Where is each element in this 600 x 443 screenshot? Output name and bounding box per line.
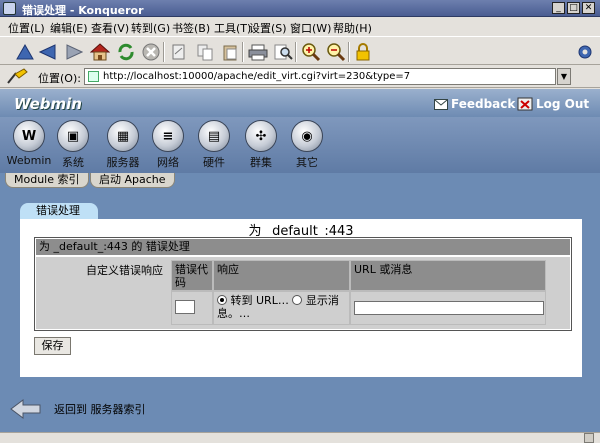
content-panel: 为 _default_:443 为 _default_:443 的 错误处理 自… [20, 219, 582, 377]
status-bar [0, 432, 600, 443]
stop-icon[interactable] [140, 41, 162, 63]
paste-icon[interactable] [219, 41, 241, 63]
url-history-dropdown[interactable]: ▼ [557, 68, 571, 85]
up-icon[interactable] [14, 41, 36, 63]
toolbar-separator [295, 42, 297, 62]
menu-edit[interactable]: 编辑(E) [50, 20, 88, 36]
response-show-message-radio[interactable] [292, 295, 303, 305]
others-icon: ◉ [291, 120, 323, 152]
response-goto-url-radio[interactable] [217, 295, 227, 305]
toolbar-separator [163, 42, 165, 62]
logout-link[interactable]: Log Out [517, 97, 589, 111]
category-network[interactable]: ≡ 网络 [145, 120, 191, 170]
category-hardware[interactable]: ▤ 硬件 [191, 120, 237, 170]
category-servers[interactable]: ▦ 服务器 [100, 120, 146, 170]
url-message-input[interactable] [354, 301, 544, 315]
form-header: 为 _default_:443 的 错误处理 [36, 239, 570, 255]
response-cell: 转到 URL… 显示消息。… [213, 291, 350, 325]
url-input[interactable]: http://localhost:10000/apache/edit_virt.… [84, 68, 556, 85]
page-favicon-icon [88, 71, 99, 82]
feedback-link[interactable]: Feedback [434, 97, 515, 111]
logout-label: Log Out [536, 97, 590, 111]
main-toolbar [0, 36, 600, 65]
error-code-input[interactable] [175, 300, 195, 314]
webmin-page: Webmin Feedback Log Out W Webmin ▣ 系统 ▦ … [0, 89, 600, 432]
form-body: 自定义错误响应 错误代码 响应 URL 或消息 转到 URL… 显示消息。… [36, 257, 570, 329]
mail-icon [434, 98, 448, 110]
menubar: 位置(L) 编辑(E) 查看(V) 转到(G) 书签(B) 工具(T) 设置(S… [0, 17, 600, 36]
category-cluster[interactable]: ✣ 群集 [238, 120, 284, 170]
menu-help[interactable]: 帮助(H) [333, 20, 372, 36]
menu-tools[interactable]: 工具(T) [214, 20, 251, 36]
toolbar-separator [242, 42, 244, 62]
menu-settings[interactable]: 设置(S) [249, 20, 287, 36]
window-titlebar[interactable]: 错误处理 - Konqueror _ □ ✕ [0, 0, 600, 17]
menu-bookmarks[interactable]: 书签(B) [172, 20, 210, 36]
maximize-button[interactable]: □ [567, 2, 580, 14]
close-button[interactable]: ✕ [582, 2, 595, 14]
window-menu-icon[interactable] [3, 2, 16, 15]
network-icon: ≡ [152, 120, 184, 152]
back-arrow-icon[interactable] [10, 399, 42, 422]
url-message-cell [350, 291, 546, 325]
konqueror-gear-icon[interactable] [574, 41, 596, 63]
location-label: 位置(O): [38, 72, 81, 85]
error-code-cell [171, 291, 213, 325]
print-icon[interactable] [247, 41, 269, 63]
back-icon[interactable] [37, 41, 59, 63]
category-system[interactable]: ▣ 系统 [50, 120, 96, 170]
toolbar-separator [348, 42, 350, 62]
webmin-header: Webmin Feedback Log Out [0, 89, 600, 117]
module-tabs: Module 索引 启动 Apache [0, 173, 600, 189]
find-icon[interactable] [272, 41, 294, 63]
webmin-logo[interactable]: Webmin [14, 95, 82, 113]
custom-error-label: 自定义错误响应 [86, 264, 163, 277]
copy-icon[interactable] [194, 41, 216, 63]
logout-icon [517, 97, 533, 111]
url-text: http://localhost:10000/apache/edit_virt.… [103, 71, 411, 82]
section-tab: 错误处理 [20, 203, 98, 219]
zoom-in-icon[interactable] [300, 41, 322, 63]
start-apache-tab[interactable]: 启动 Apache [90, 173, 175, 188]
save-button[interactable]: 保存 [34, 337, 71, 355]
window-title: 错误处理 - Konqueror [22, 4, 144, 17]
location-toolbar: 位置(O): http://localhost:10000/apache/edi… [0, 65, 600, 88]
feedback-label: Feedback [451, 97, 516, 111]
module-index-tab[interactable]: Module 索引 [5, 173, 89, 188]
menu-go[interactable]: 转到(G) [131, 20, 170, 36]
column-response: 响应 [213, 260, 350, 291]
column-url-or-message: URL 或消息 [350, 260, 546, 291]
menu-view[interactable]: 查看(V) [91, 20, 129, 36]
cluster-icon: ✣ [245, 120, 277, 152]
category-others[interactable]: ◉ 其它 [284, 120, 330, 170]
lock-icon[interactable] [352, 41, 374, 63]
cut-icon[interactable] [168, 41, 190, 63]
clear-location-icon[interactable] [6, 67, 30, 88]
return-row: 返回到 服务器索引 [0, 397, 600, 421]
return-to-server-index-link[interactable]: 返回到 服务器索引 [54, 401, 146, 417]
menu-location[interactable]: 位置(L) [8, 20, 45, 36]
error-handling-form: 为 _default_:443 的 错误处理 自定义错误响应 错误代码 响应 U… [34, 237, 572, 331]
hardware-icon: ▤ [198, 120, 230, 152]
zoom-out-icon[interactable] [325, 41, 347, 63]
menu-window[interactable]: 窗口(W) [290, 20, 331, 36]
reload-icon[interactable] [115, 41, 137, 63]
home-icon[interactable] [89, 41, 111, 63]
category-webmin[interactable]: W Webmin [6, 120, 52, 167]
category-bar: W Webmin ▣ 系统 ▦ 服务器 ≡ 网络 ▤ 硬件 ✣ 群集 ◉ 其它 [0, 117, 600, 175]
webmin-icon: W [13, 120, 45, 152]
response-goto-url-label: 转到 URL… [230, 294, 289, 307]
status-security-icon [584, 433, 594, 443]
system-icon: ▣ [57, 120, 89, 152]
forward-icon[interactable] [63, 41, 85, 63]
servers-icon: ▦ [107, 120, 139, 152]
column-error-code: 错误代码 [171, 260, 213, 291]
minimize-button[interactable]: _ [552, 2, 565, 14]
